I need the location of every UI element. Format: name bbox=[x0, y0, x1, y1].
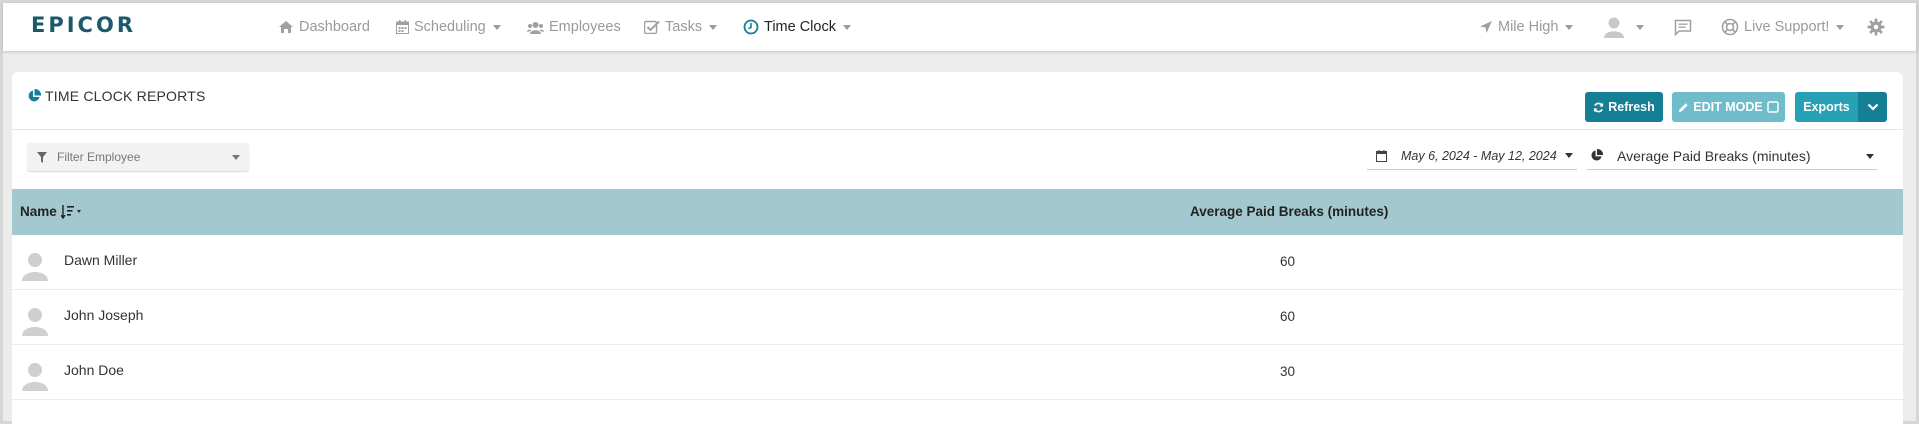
user-avatar-icon bbox=[22, 253, 48, 281]
messages-button[interactable] bbox=[1674, 19, 1697, 36]
chevron-down-icon bbox=[1866, 154, 1874, 159]
name-column-header[interactable]: Name bbox=[20, 204, 85, 219]
panel-title: TIME CLOCK REPORTS bbox=[27, 88, 205, 104]
checkbox-icon bbox=[1766, 101, 1779, 113]
exports-label: Exports bbox=[1803, 100, 1850, 114]
nav-dashboard[interactable]: Dashboard bbox=[278, 19, 370, 35]
filter-icon bbox=[37, 151, 47, 163]
location-selector[interactable]: Mile High bbox=[1479, 19, 1574, 35]
gear-icon bbox=[1867, 18, 1885, 36]
edit-mode-button[interactable]: EDIT MODE bbox=[1672, 92, 1785, 122]
table-row[interactable]: John Joseph 60 bbox=[12, 290, 1903, 345]
nav-dashboard-label: Dashboard bbox=[299, 19, 370, 35]
live-support-label: Live Support! bbox=[1744, 19, 1830, 35]
report-metric-select[interactable]: Average Paid Breaks (minutes) bbox=[1587, 142, 1877, 170]
settings-button[interactable] bbox=[1867, 18, 1890, 36]
sort-icon bbox=[60, 204, 81, 219]
name-column-label: Name bbox=[20, 204, 57, 219]
employee-name[interactable]: John Joseph bbox=[64, 307, 143, 323]
location-arrow-icon bbox=[1480, 21, 1492, 33]
home-icon bbox=[279, 21, 293, 33]
chevron-down-icon bbox=[1836, 24, 1845, 30]
exports-button[interactable]: Exports bbox=[1795, 92, 1858, 122]
date-range-value: May 6, 2024 - May 12, 2024 bbox=[1401, 148, 1557, 163]
nav-time-clock[interactable]: Time Clock bbox=[743, 19, 851, 35]
chevron-down-icon bbox=[232, 155, 240, 160]
svg-text:EPICOR: EPICOR bbox=[31, 15, 136, 35]
clock-icon bbox=[743, 19, 759, 35]
pencil-icon bbox=[1679, 102, 1688, 112]
chevron-down-icon bbox=[709, 24, 718, 30]
epicor-logo[interactable]: EPICOR bbox=[31, 13, 151, 40]
chevron-down-icon bbox=[1867, 103, 1878, 111]
chat-icon bbox=[1674, 19, 1692, 36]
filter-employee-select[interactable]: Filter Employee bbox=[27, 143, 249, 171]
location-label: Mile High bbox=[1498, 19, 1559, 35]
date-range-picker[interactable]: May 6, 2024 - May 12, 2024 bbox=[1367, 142, 1577, 170]
table-row[interactable]: Dawn Miller 60 bbox=[12, 235, 1903, 290]
calendar-icon bbox=[1376, 149, 1387, 162]
refresh-label: Refresh bbox=[1608, 100, 1655, 114]
user-avatar-icon bbox=[22, 308, 48, 336]
time-clock-reports-panel: TIME CLOCK REPORTS Refresh EDIT MODE Exp… bbox=[12, 72, 1903, 424]
calendar-icon bbox=[396, 20, 409, 34]
panel-header: TIME CLOCK REPORTS Refresh EDIT MODE Exp… bbox=[12, 72, 1903, 130]
pie-chart-icon bbox=[1591, 149, 1603, 161]
nav-employees[interactable]: Employees bbox=[527, 19, 621, 35]
user-avatar-icon bbox=[1604, 17, 1624, 38]
nav-tasks[interactable]: Tasks bbox=[644, 19, 718, 35]
nav-employees-label: Employees bbox=[549, 19, 621, 35]
edit-mode-label: EDIT MODE bbox=[1693, 100, 1763, 114]
panel-title-text: TIME CLOCK REPORTS bbox=[45, 88, 206, 104]
chevron-down-icon bbox=[1636, 24, 1644, 30]
metric-column-label: Average Paid Breaks (minutes) bbox=[1190, 204, 1389, 219]
metric-value: 60 bbox=[1280, 309, 1296, 324]
metric-value: 60 bbox=[1280, 254, 1296, 269]
chevron-down-icon bbox=[1565, 24, 1574, 30]
table-header: Name Average Paid Breaks (minutes) bbox=[12, 189, 1903, 235]
user-menu[interactable] bbox=[1604, 16, 1644, 38]
employee-name[interactable]: Dawn Miller bbox=[64, 252, 137, 268]
chevron-down-icon bbox=[1564, 153, 1573, 158]
live-support-menu[interactable]: Live Support! bbox=[1721, 18, 1845, 36]
metric-column-header[interactable]: Average Paid Breaks (minutes) bbox=[1190, 204, 1388, 219]
nav-time-clock-label: Time Clock bbox=[764, 19, 836, 35]
chevron-down-icon bbox=[842, 24, 851, 30]
refresh-button[interactable]: Refresh bbox=[1585, 92, 1663, 122]
report-metric-value: Average Paid Breaks (minutes) bbox=[1617, 147, 1811, 164]
nav-scheduling[interactable]: Scheduling bbox=[396, 19, 501, 35]
metric-value: 30 bbox=[1280, 364, 1296, 379]
nav-tasks-label: Tasks bbox=[665, 19, 703, 35]
employee-name[interactable]: John Doe bbox=[64, 362, 124, 378]
checkbox-icon bbox=[644, 20, 660, 34]
exports-dropdown-toggle[interactable] bbox=[1858, 92, 1887, 122]
top-navbar: EPICOR Dashboard Scheduling Employees Ta… bbox=[3, 3, 1916, 51]
lifebuoy-icon bbox=[1721, 18, 1739, 36]
filter-employee-placeholder: Filter Employee bbox=[57, 150, 141, 164]
chevron-down-icon bbox=[492, 24, 501, 30]
table-row[interactable]: John Doe 30 bbox=[12, 345, 1903, 400]
refresh-icon bbox=[1594, 102, 1604, 112]
user-avatar-icon bbox=[22, 363, 48, 391]
nav-scheduling-label: Scheduling bbox=[414, 19, 486, 35]
users-icon bbox=[527, 21, 544, 34]
pie-chart-icon bbox=[28, 89, 41, 102]
